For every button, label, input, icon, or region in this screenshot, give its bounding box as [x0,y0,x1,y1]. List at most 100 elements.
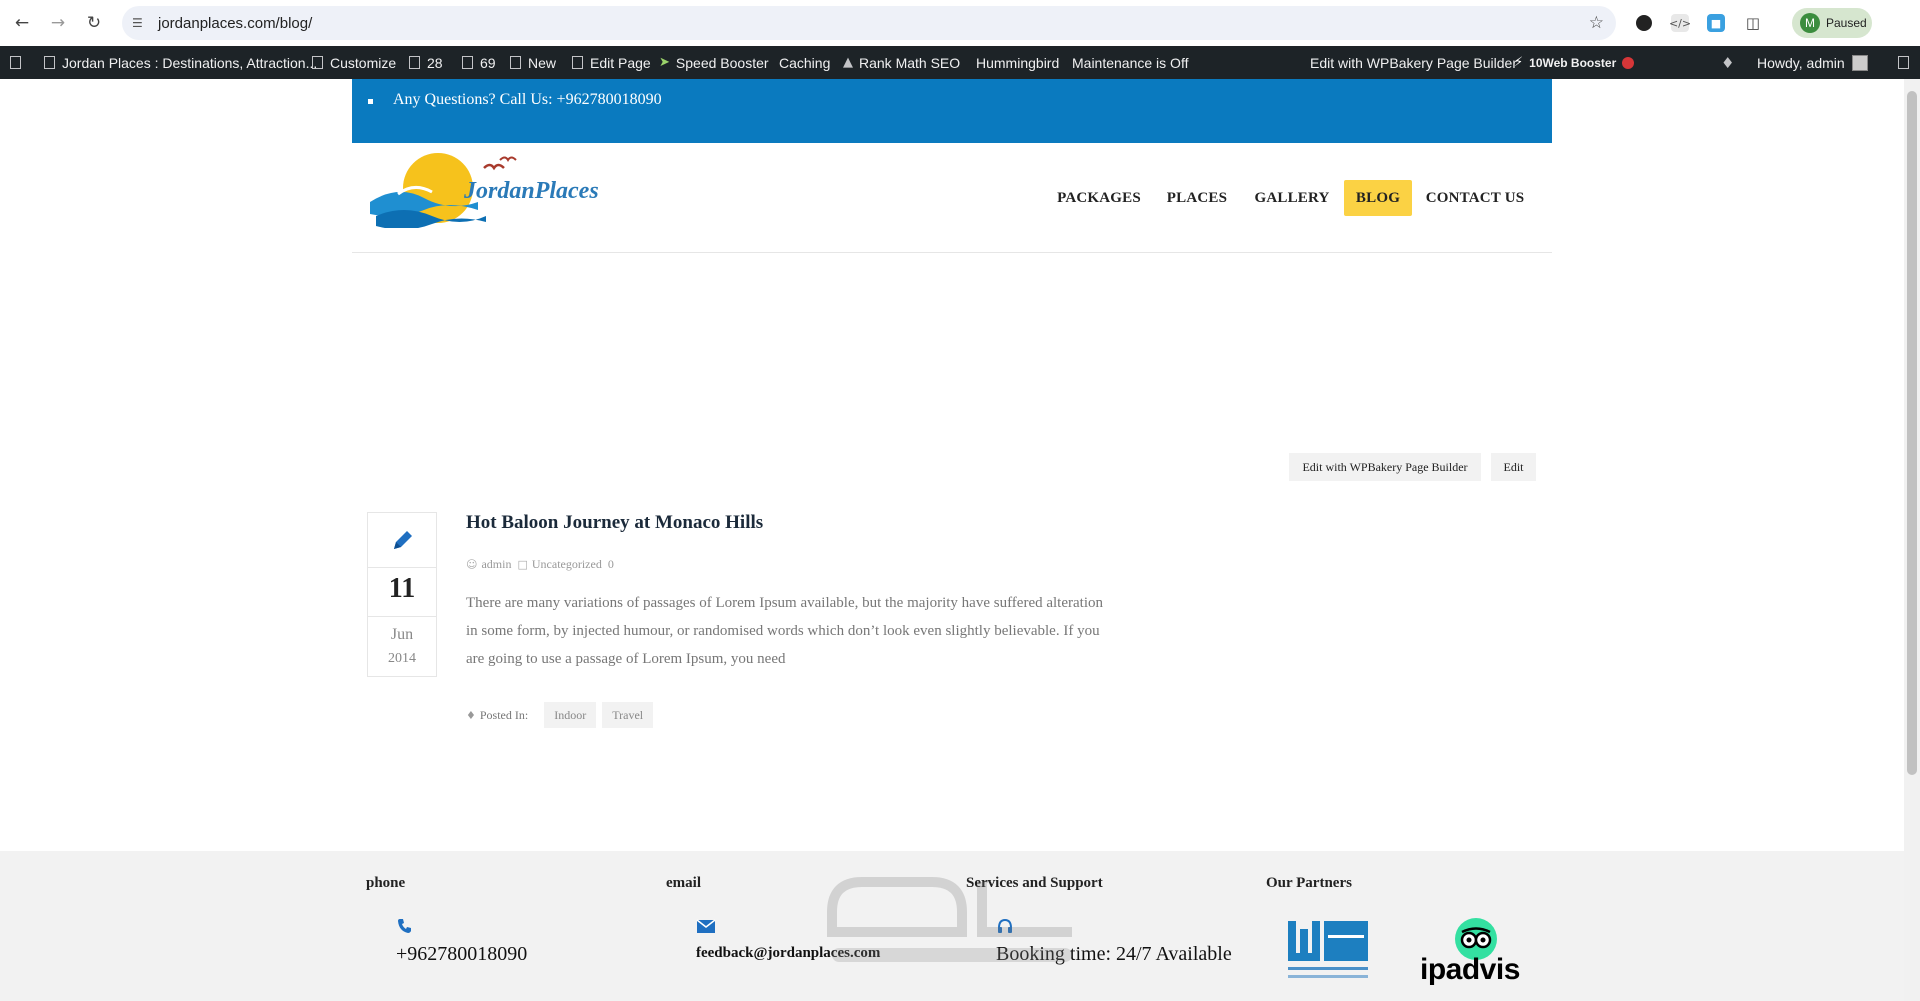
plus-icon [510,56,521,69]
envelope-icon [696,919,716,933]
edit-button[interactable]: Edit [1491,453,1536,481]
admin-avatar [1851,54,1868,71]
comments-count: 69 [480,54,496,71]
adminbar-wpbakery[interactable]: Edit with WPBakery Page Builder [1310,46,1517,79]
jordan-places-logo[interactable]: JordanPlaces [368,148,600,228]
adminbar-speed-booster[interactable]: ➤ Speed Booster [659,46,769,79]
url-text[interactable]: jordanplaces.com/blog/ [158,15,312,32]
new-label: New [528,54,557,71]
logo-text: JordanPlaces [463,178,599,204]
post-month: Jun [390,626,414,643]
address-bar[interactable]: ☰ jordanplaces.com/blog/ ☆ [122,6,1616,40]
home-icon [44,56,55,69]
bullet-icon [368,99,373,104]
footer-phone-heading: phone [366,875,406,891]
comments-icon [462,56,473,69]
adminbar-maintenance[interactable]: Maintenance is Off [1072,46,1188,79]
adminbar-edit-page[interactable]: Edit Page [572,46,651,79]
edit-page-label: Edit Page [590,54,651,71]
nav-blog[interactable]: BLOG [1344,180,1412,216]
footer-email-heading: email [666,875,701,891]
adminbar-caching[interactable]: Caching [779,46,830,79]
reload-icon[interactable]: ↻ [80,9,108,37]
contact-phone-text: Any Questions? Call Us: +962780018090 [393,91,662,108]
maintenance-label: Maintenance is Off [1072,54,1189,71]
adminbar-10web-booster[interactable]: ⚡ 10Web Booster [1514,46,1635,79]
notification-bell-icon[interactable]: ♦ [1721,46,1740,79]
excerpt-line: There are many variations of passages of… [466,595,1103,611]
user-icon: ☺ [466,558,478,571]
forward-arrow-icon[interactable]: → [44,9,72,37]
edit-wpbakery-button[interactable]: Edit with WPBakery Page Builder [1289,453,1481,481]
profile-button[interactable]: M Paused [1792,8,1872,38]
contact-topbar: Any Questions? Call Us: +962780018090 [352,79,1552,143]
adminbar-comments[interactable]: 69 [462,46,496,79]
post-year: 2014 [388,651,416,666]
site-info-icon[interactable]: ☰ [132,16,152,30]
nav-packages[interactable]: PACKAGES [1049,180,1149,216]
brush-icon [312,56,323,69]
wp-logo-icon[interactable] [10,46,28,79]
folder-icon: □ [517,558,528,571]
bookmark-star-icon[interactable]: ☆ [1589,13,1604,33]
header-divider [352,252,1552,253]
back-arrow-icon[interactable]: ← [8,9,36,37]
phone-icon [398,919,411,933]
speed-booster-label: Speed Booster [675,54,769,71]
extension-circle-icon[interactable] [1636,15,1652,31]
post-excerpt: There are many variations of passages of… [466,589,1166,673]
tripadvisor-logo-text[interactable]: ipadvis [1420,953,1530,987]
post-meta: ☺ admin □ Uncategorized 0 [466,557,620,572]
excerpt-line: are going to use a passage of Lorem Ipsu… [466,651,786,667]
extensions-puzzle-icon[interactable]: ◫ [1744,14,1762,32]
site-name-label: Jordan Places : Destinations, Attraction… [62,54,318,71]
wp-admin-bar: Jordan Places : Destinations, Attraction… [0,46,1920,79]
updates-count: 28 [427,54,443,71]
watermark-logo [827,877,1072,962]
booster-badge [1622,56,1635,69]
howdy-label: Howdy, admin [1757,54,1845,71]
post-day: 11 [388,573,416,604]
rank-math-label: Rank Math SEO [859,54,961,71]
excerpt-line: in some form, by injected humour, or ran… [466,623,1100,639]
page-scrollbar[interactable] [1904,79,1920,1001]
adminbar-rank-math[interactable]: ▲ Rank Math SEO [843,46,960,79]
tag-icon: ♦ [466,708,476,722]
adminbar-new[interactable]: New [510,46,556,79]
hummingbird-label: Hummingbird [976,54,1060,71]
adminbar-hummingbird[interactable]: Hummingbird [976,46,1059,79]
footer-phone-value[interactable]: +962780018090 [396,943,527,966]
customize-label: Customize [330,54,397,71]
footer-partners-heading: Our Partners [1266,875,1352,891]
tag-indoor[interactable]: Indoor [544,702,597,728]
booster-icon: ⚡ [1514,55,1524,70]
rank-math-icon: ▲ [843,55,853,70]
leaf-icon: ➤ [659,55,670,70]
post-author[interactable]: admin [481,557,511,572]
extension-square-icon[interactable]: ■ [1707,14,1725,32]
profile-avatar: M [1800,13,1820,33]
adminbar-site-name[interactable]: Jordan Places : Destinations, Attraction… [44,46,317,79]
browser-toolbar: ← → ↻ ☰ jordanplaces.com/blog/ ☆ </> ■ ◫… [0,0,1920,46]
nav-places[interactable]: PLACES [1158,180,1236,216]
date-divider-top [368,567,436,568]
wpbakery-label: Edit with WPBakery Page Builder [1310,54,1517,71]
booster-label: 10Web Booster [1529,55,1617,70]
date-divider-bottom [368,616,436,617]
scrollbar-thumb[interactable] [1907,91,1917,775]
adminbar-updates[interactable]: 28 [409,46,443,79]
nav-gallery[interactable]: GALLERY [1247,180,1337,216]
tag-travel[interactable]: Travel [602,702,654,728]
adminbar-account[interactable]: Howdy, admin [1757,46,1868,79]
post-title[interactable]: Hot Baloon Journey at Monaco Hills [466,512,763,534]
pencil-icon [394,531,412,549]
extension-code-icon[interactable]: </> [1669,14,1691,32]
post-comments-count[interactable]: 0 [608,557,614,572]
adminbar-customize[interactable]: Customize [312,46,396,79]
ministry-of-tourism-logo[interactable] [1284,917,1372,985]
adminbar-menu-toggle[interactable] [1898,46,1916,79]
pencil-icon [572,56,583,69]
nav-contact-us[interactable]: CONTACT US [1420,180,1530,216]
profile-status: Paused [1826,16,1867,30]
post-category[interactable]: Uncategorized [532,557,602,572]
